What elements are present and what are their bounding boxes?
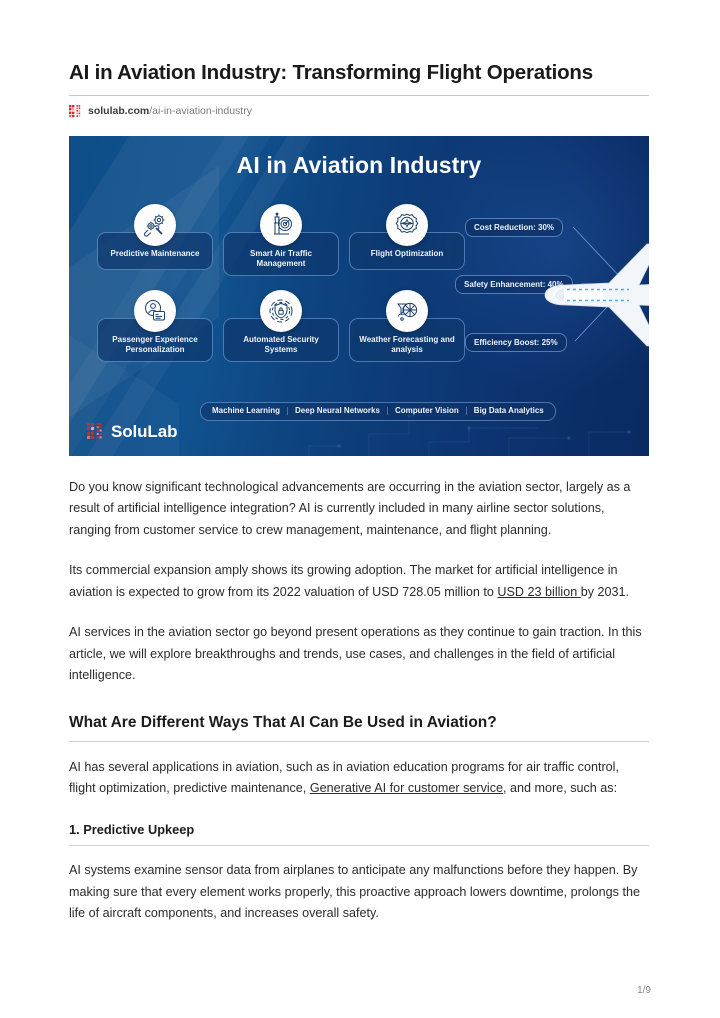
source-domain: solulab.com <box>88 105 150 118</box>
source-row: solulab.com/ai-in-aviation-industry <box>69 104 649 120</box>
paragraph-market: Its commercial expansion amply shows its… <box>69 560 649 603</box>
feature-card-flight-optimization: Flight Optimization <box>349 203 465 282</box>
brand-name: SoluLab <box>111 421 178 441</box>
control-tower-radar-icon <box>260 203 302 246</box>
hero-brand-logo: SoluLab <box>87 421 178 441</box>
gear-airplane-icon <box>386 203 428 246</box>
metric-badge-cost-reduction: Cost Reduction: 30% <box>465 217 564 237</box>
hero-tech-tag-bar: Machine Learning Deep Neural Networks Co… <box>200 401 556 421</box>
airplane-top-view-icon <box>544 243 649 347</box>
tech-tag-big-data-analytics: Big Data Analytics <box>465 407 551 416</box>
document-content: AI in Aviation Industry: Transforming Fl… <box>69 60 649 925</box>
link-generative-ai-customer-service[interactable]: Generative AI for customer service <box>310 781 503 795</box>
page-title: AI in Aviation Industry: Transforming Fl… <box>69 61 593 84</box>
hero-title: AI in Aviation Industry <box>236 151 482 178</box>
source-path: /ai-in-aviation-industry <box>149 105 252 118</box>
title-divider <box>69 94 649 96</box>
section-heading-divider <box>69 740 649 742</box>
circuit-pattern-decoration <box>308 414 631 456</box>
paragraph-applications: AI has several applications in aviation,… <box>69 757 649 800</box>
hero-feature-cards: Predictive Maintenance Smart Air Traffic… <box>97 203 467 376</box>
feature-card-passenger-experience-personalization: Passenger Experience Personalization <box>97 289 213 368</box>
shield-lock-icon <box>260 289 302 332</box>
paragraph-intro: Do you know significant technological ad… <box>69 479 631 537</box>
subsection-heading-divider <box>69 845 649 847</box>
section-heading: What Are Different Ways That AI Can Be U… <box>69 713 497 731</box>
weather-cloud-icon <box>386 289 428 332</box>
gears-wrench-icon <box>134 203 176 246</box>
feature-card-smart-air-traffic-management: Smart Air Traffic Management <box>223 203 339 282</box>
solulab-pixel-logo-icon <box>69 105 82 118</box>
feature-card-weather-forecasting: Weather Forecasting and analysis <box>349 289 465 368</box>
subsection-heading: 1. Predictive Upkeep <box>69 821 195 837</box>
article-body: Do you know significant technological ad… <box>69 477 649 925</box>
document-page: AI in Aviation Industry: Transforming Fl… <box>0 0 720 1018</box>
feature-card-row: Passenger Experience Personalization Aut… <box>97 289 467 368</box>
feature-card-predictive-maintenance: Predictive Maintenance <box>97 203 213 282</box>
tech-tag-deep-neural-networks: Deep Neural Networks <box>287 407 387 416</box>
paragraph-market-text-after: by 2031. <box>580 584 630 599</box>
feature-card-row: Predictive Maintenance Smart Air Traffic… <box>97 203 467 282</box>
feature-card-automated-security-systems: Automated Security Systems <box>223 289 339 368</box>
tech-tag-machine-learning: Machine Learning <box>212 406 281 416</box>
tech-tag-computer-vision: Computer Vision <box>386 407 466 416</box>
solulab-pixel-logo-icon <box>87 422 104 440</box>
link-usd-23-billion[interactable]: USD 23 billion <box>497 585 580 599</box>
page-number: 1/9 <box>637 985 651 996</box>
hero-image: AI in Aviation Industry Predictive Maint… <box>69 135 649 456</box>
source-url[interactable]: solulab.com/ai-in-aviation-industry <box>88 106 252 117</box>
paragraph-services: AI services in the aviation sector go be… <box>69 625 642 683</box>
paragraph-applications-text-after: , and more, such as: <box>503 781 618 796</box>
passenger-id-card-icon <box>134 289 176 332</box>
paragraph-predictive-upkeep: AI systems examine sensor data from airp… <box>69 863 640 921</box>
